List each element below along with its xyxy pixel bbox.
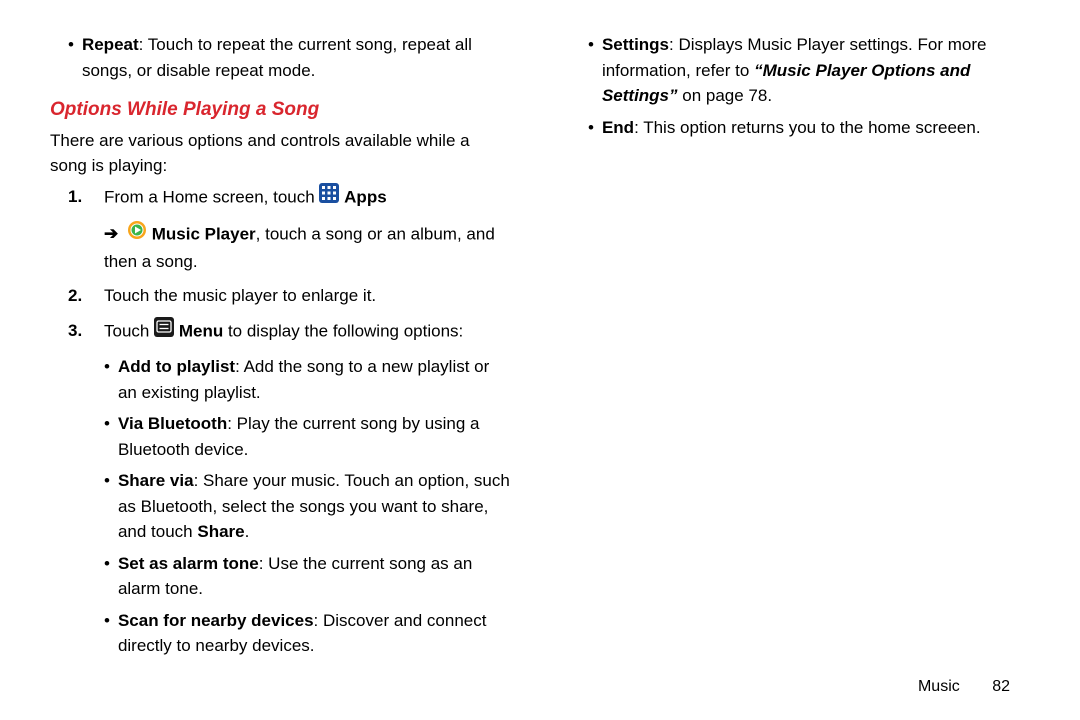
step2-text: Touch the music player to enlarge it. <box>104 283 510 309</box>
menu-icon <box>154 317 174 345</box>
menu-label: Menu <box>179 321 223 340</box>
share-word: Share <box>197 522 244 541</box>
step-number: 1. <box>50 184 104 212</box>
sub-label: Set as alarm tone <box>118 554 259 573</box>
footer-page-number: 82 <box>992 678 1010 695</box>
music-player-icon <box>127 220 147 248</box>
sub-scan-devices: • Scan for nearby devices: Discover and … <box>50 608 510 659</box>
bullet-dot: • <box>50 411 118 462</box>
step3-prefix: Touch <box>104 321 154 340</box>
sub-label: End <box>602 118 634 137</box>
step-2: 2. Touch the music player to enlarge it. <box>50 283 510 309</box>
sub-text-tail: on page 78. <box>678 86 773 105</box>
sub-via-bluetooth: • Via Bluetooth: Play the current song b… <box>50 411 510 462</box>
step-number: 3. <box>50 318 104 346</box>
bullet-dot: • <box>570 115 602 141</box>
right-column: • Settings: Displays Music Player settin… <box>540 32 1030 720</box>
sub-share-via: • Share via: Share your music. Touch an … <box>50 468 510 545</box>
manual-page: • Repeat: Touch to repeat the current so… <box>0 0 1080 720</box>
apps-grid-icon <box>319 183 339 211</box>
page-footer: Music 82 <box>918 678 1010 696</box>
bullet-dot: • <box>50 468 118 545</box>
step1-prefix: From a Home screen, touch <box>104 188 319 207</box>
sub-end: • End: This option returns you to the ho… <box>570 115 1030 141</box>
step-1: 1. From a Home screen, touch Apps <box>50 184 510 212</box>
intro-text: There are various options and controls a… <box>50 129 510 178</box>
bullet-repeat-label: Repeat <box>82 35 139 54</box>
bullet-dot: • <box>50 551 118 602</box>
left-column: • Repeat: Touch to repeat the current so… <box>50 32 540 720</box>
bullet-dot: • <box>50 608 118 659</box>
bullet-repeat-text: : Touch to repeat the current song, repe… <box>82 35 472 80</box>
bullet-dot: • <box>50 32 82 83</box>
apps-label: Apps <box>344 188 387 207</box>
bullet-repeat: • Repeat: Touch to repeat the current so… <box>50 32 510 83</box>
sub-add-to-playlist: • Add to playlist: Add the song to a new… <box>50 354 510 405</box>
sub-settings: • Settings: Displays Music Player settin… <box>570 32 1030 109</box>
step-number: 2. <box>50 283 104 309</box>
step-3: 3. Touch Menu to display the following o… <box>50 318 510 346</box>
arrow-icon: ➔ <box>104 221 118 247</box>
step3-suffix: to display the following options: <box>223 321 463 340</box>
sub-label: Settings <box>602 35 669 54</box>
sub-label: Share via <box>118 471 194 490</box>
music-player-label: Music Player <box>152 224 256 243</box>
section-heading: Options While Playing a Song <box>50 99 510 121</box>
step-1-continued: ➔ Music Player, touch a song or an album… <box>104 221 510 276</box>
sub-label: Scan for nearby devices <box>118 611 314 630</box>
sub-text: : This option returns you to the home sc… <box>634 118 981 137</box>
footer-section: Music <box>918 678 960 695</box>
bullet-dot: • <box>50 354 118 405</box>
sub-label: Via Bluetooth <box>118 414 227 433</box>
sub-label: Add to playlist <box>118 357 235 376</box>
bullet-dot: • <box>570 32 602 109</box>
sub-set-alarm: • Set as alarm tone: Use the current son… <box>50 551 510 602</box>
period: . <box>245 522 250 541</box>
